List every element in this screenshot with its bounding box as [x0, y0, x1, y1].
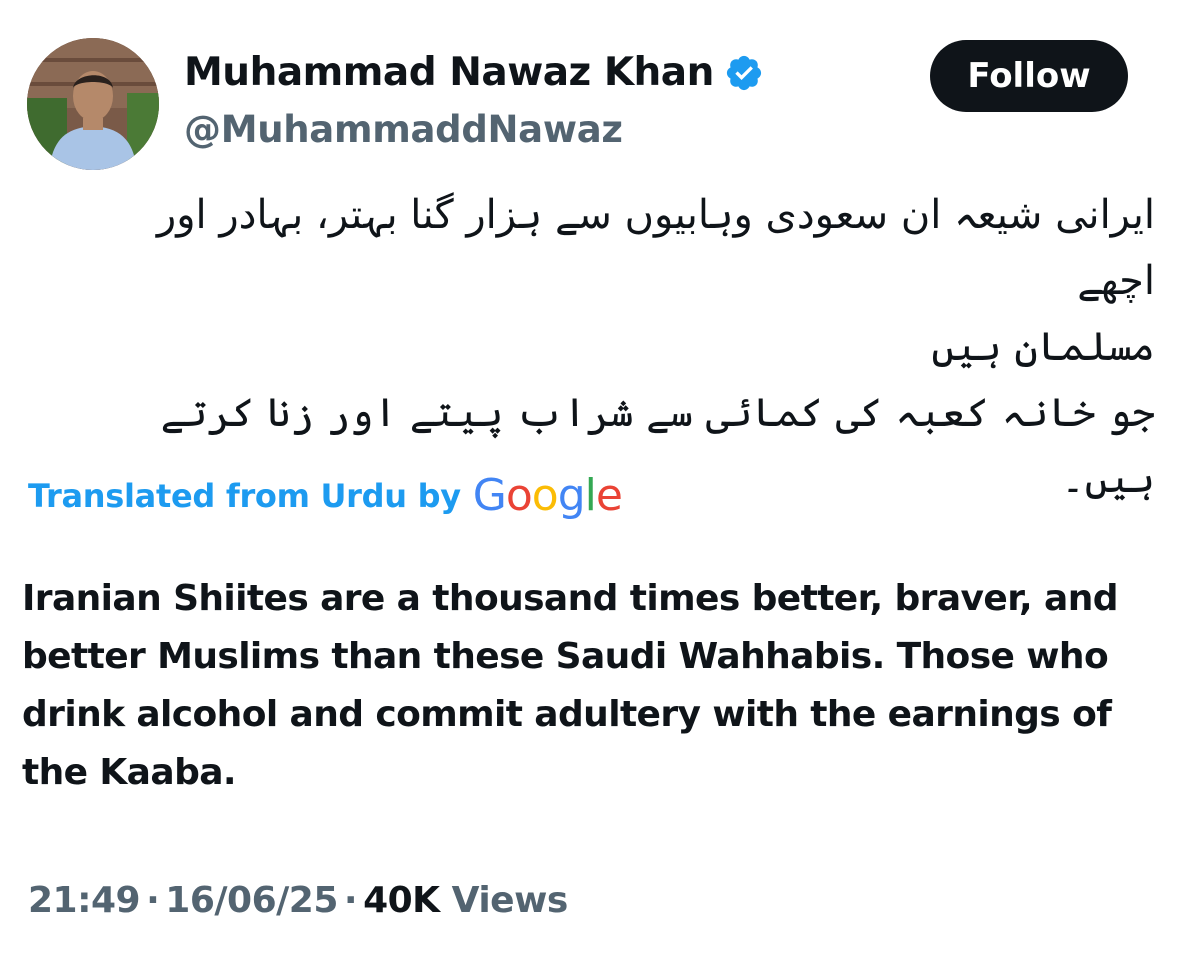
tweet-original-text: ایرانی شیعہ ان سعودی وہابیوں سے ہزار گنا…	[156, 192, 1155, 502]
views-label: Views	[451, 880, 569, 921]
views-count: 40K	[363, 880, 440, 921]
verified-badge-icon[interactable]	[724, 53, 764, 93]
avatar[interactable]	[27, 38, 159, 170]
tweet-translated-text: Iranian Shiites are a thousand times bet…	[22, 578, 1119, 793]
author-handle[interactable]: @MuhammaddNawaz	[184, 108, 623, 151]
meta-separator: ·	[146, 880, 160, 921]
translation-attribution-label[interactable]: Translated from Urdu by	[28, 477, 461, 515]
meta-separator: ·	[343, 880, 358, 921]
author-display-name[interactable]: Muhammad Nawaz Khan	[184, 50, 714, 95]
avatar-photo	[27, 38, 159, 170]
author-name-row[interactable]: Muhammad Nawaz Khan	[184, 50, 764, 95]
tweet-time[interactable]: 21:49	[28, 880, 141, 921]
tweet-meta: 21:49 · 16/06/25 · 40K Views	[28, 880, 568, 921]
follow-button[interactable]: Follow	[930, 40, 1128, 112]
translation-attribution[interactable]: Translated from Urdu by Google	[28, 470, 623, 521]
tweet-date[interactable]: 16/06/25	[165, 880, 338, 921]
google-logo: Google	[472, 470, 623, 521]
